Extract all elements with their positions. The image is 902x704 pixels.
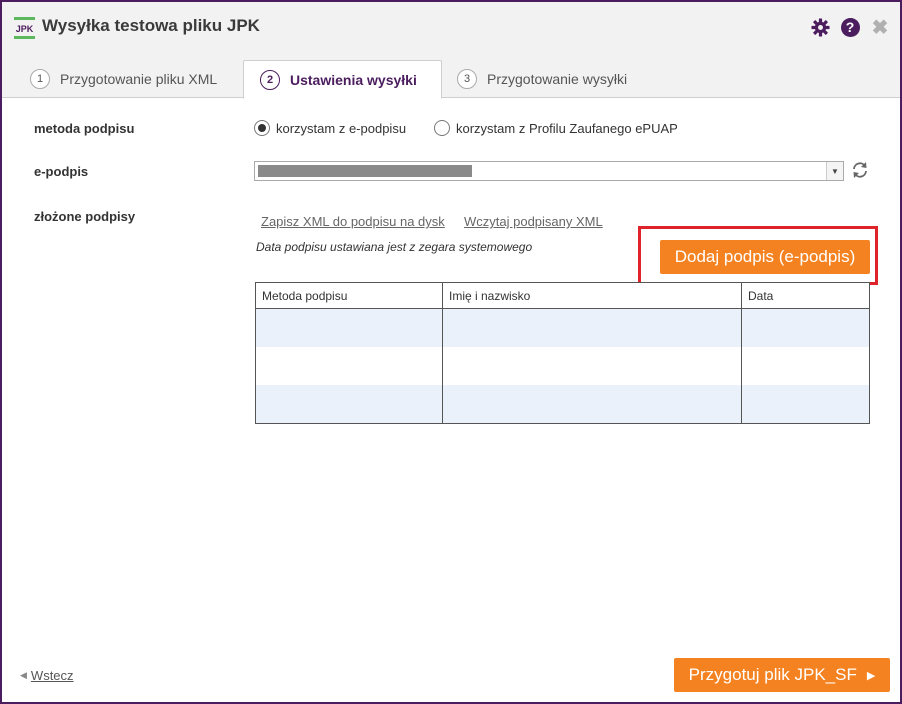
column-header[interactable]: Data — [741, 282, 870, 309]
table-cell — [442, 385, 742, 424]
epodpis-select[interactable]: ▼ — [254, 161, 844, 181]
tab-label: Ustawienia wysyłki — [290, 71, 417, 88]
tab-label: Przygotowanie wysyłki — [487, 70, 628, 87]
step-number: 2 — [260, 69, 280, 90]
epodpis-label: e-podpis — [34, 164, 89, 179]
triangle-left-icon: ◀ — [20, 670, 27, 680]
jpk-logo-icon: JPK — [14, 17, 35, 39]
title-actions: ? ✖ — [810, 17, 890, 39]
tab-przygotowanie-pliku-xml[interactable]: 1 Przygotowanie pliku XML — [30, 60, 217, 97]
table-cell — [741, 385, 870, 424]
signature-date-note: Data podpisu ustawiana jest z zegara sys… — [256, 240, 533, 254]
radio-label: korzystam z Profilu Zaufanego ePUAP — [456, 120, 678, 136]
tab-ustawienia-wysylki[interactable]: 2 Ustawienia wysyłki — [243, 60, 442, 99]
help-icon[interactable]: ? — [840, 17, 860, 37]
close-icon[interactable]: ✖ — [870, 17, 890, 39]
radio-profil-zaufany[interactable]: korzystam z Profilu Zaufanego ePUAP — [434, 120, 678, 136]
add-signature-button[interactable]: Dodaj podpis (e-podpis) — [660, 240, 870, 274]
next-label: Przygotuj plik JPK_SF — [688, 665, 857, 684]
table-cell — [442, 308, 742, 347]
radio-e-podpis[interactable]: korzystam z e-podpisu — [254, 120, 406, 136]
triangle-right-icon: ▶ — [866, 669, 876, 682]
signatures-table: Metoda podpisu Imię i nazwisko Data — [255, 282, 870, 424]
table-cell — [741, 347, 870, 385]
title-bar: JPK Wysyłka testowa pliku JPK ? ✖ — [2, 2, 900, 50]
prepare-jpk-button[interactable]: Przygotuj plik JPK_SF ▶ — [674, 658, 890, 692]
tab-przygotowanie-wysylki[interactable]: 3 Przygotowanie wysyłki — [457, 60, 627, 97]
table-row — [255, 347, 870, 385]
table-row — [255, 385, 870, 424]
refresh-icon[interactable] — [851, 161, 869, 179]
radio-label: korzystam z e-podpisu — [276, 120, 407, 136]
save-xml-link[interactable]: Zapisz XML do podpisu na dysk — [261, 214, 445, 229]
dialog-title: Wysyłka testowa pliku JPK — [42, 16, 260, 35]
tab-label: Przygotowanie pliku XML — [60, 70, 218, 87]
radio-unchecked-icon — [434, 120, 450, 136]
table-cell — [442, 347, 742, 385]
column-header[interactable]: Imię i nazwisko — [442, 282, 742, 309]
back-link[interactable]: ◀ Wstecz — [20, 668, 74, 683]
back-label: Wstecz — [30, 668, 74, 683]
gear-icon[interactable] — [810, 17, 830, 37]
wizard-tabs: 1 Przygotowanie pliku XML 2 Ustawienia w… — [2, 50, 900, 99]
table-header-row: Metoda podpisu Imię i nazwisko Data — [255, 282, 870, 309]
chevron-down-icon[interactable]: ▼ — [826, 162, 843, 180]
signatures-label: złożone podpisy — [34, 209, 136, 224]
column-header[interactable]: Metoda podpisu — [255, 282, 443, 309]
step-number: 1 — [30, 68, 50, 89]
load-signed-xml-link[interactable]: Wczytaj podpisany XML — [464, 214, 603, 229]
svg-text:JPK: JPK — [16, 24, 34, 34]
signature-method-label: metoda podpisu — [34, 121, 135, 136]
redacted-value — [258, 165, 472, 177]
table-row — [255, 308, 870, 347]
table-cell — [255, 385, 443, 424]
table-cell — [255, 347, 443, 385]
table-cell — [255, 308, 443, 347]
dialog-window: JPK Wysyłka testowa pliku JPK ? ✖ 1 Przy… — [0, 0, 902, 704]
radio-checked-icon — [254, 120, 270, 136]
step-number: 3 — [457, 68, 477, 89]
table-cell — [741, 308, 870, 347]
